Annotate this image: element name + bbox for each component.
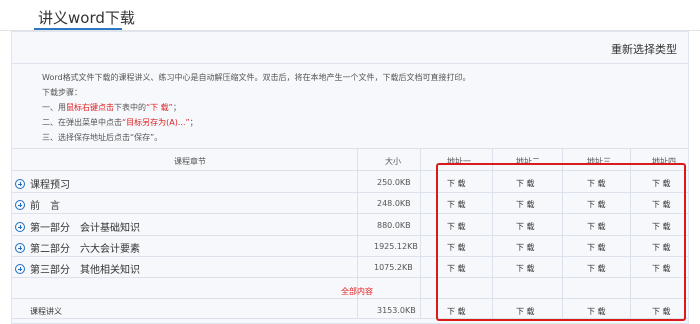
file-size: 250.0KB bbox=[377, 178, 411, 187]
download-link-addr4[interactable]: 下 载 bbox=[652, 221, 671, 232]
download-link-addr1[interactable]: 下 载 bbox=[447, 306, 466, 317]
row-divider bbox=[11, 298, 689, 299]
file-size: 880.0KB bbox=[377, 221, 411, 230]
header-size: 大小 bbox=[385, 157, 401, 166]
download-link-addr3[interactable]: 下 载 bbox=[587, 263, 606, 274]
row-divider bbox=[11, 235, 689, 236]
all-content-label: 全部内容 bbox=[341, 287, 373, 296]
download-link-addr4[interactable]: 下 载 bbox=[652, 242, 671, 253]
download-link-addr3[interactable]: 下 载 bbox=[587, 178, 606, 189]
download-link-addr1[interactable]: 下 载 bbox=[447, 263, 466, 274]
download-link-addr2[interactable]: 下 载 bbox=[516, 199, 535, 210]
table-top-border bbox=[11, 148, 689, 149]
row-divider bbox=[11, 277, 689, 278]
download-link-addr3[interactable]: 下 载 bbox=[587, 306, 606, 317]
file-size: 3153.0KB bbox=[377, 306, 416, 315]
download-link-addr1[interactable]: 下 载 bbox=[447, 242, 466, 253]
download-link-addr2[interactable]: 下 载 bbox=[516, 242, 535, 253]
header-addr4: 地址四 bbox=[652, 157, 676, 166]
expand-plus-icon[interactable] bbox=[15, 200, 25, 210]
download-link-addr3[interactable]: 下 载 bbox=[587, 199, 606, 210]
download-link-addr2[interactable]: 下 载 bbox=[516, 221, 535, 232]
summary-row-name: 课程讲义 bbox=[30, 307, 62, 316]
row-divider bbox=[11, 192, 689, 193]
table-row[interactable]: 课程预习 bbox=[15, 176, 70, 191]
header-addr1: 地址一 bbox=[447, 157, 471, 166]
file-size: 1925.12KB bbox=[374, 242, 418, 251]
header-addr3: 地址三 bbox=[587, 157, 611, 166]
download-link-addr3[interactable]: 下 载 bbox=[587, 221, 606, 232]
download-link-addr2[interactable]: 下 载 bbox=[516, 306, 535, 317]
step-two: 二、在弹出菜单中点击“目标另存为(A)...”； bbox=[42, 118, 198, 127]
file-size: 248.0KB bbox=[377, 199, 411, 208]
download-link-addr2[interactable]: 下 载 bbox=[516, 263, 535, 274]
download-link-addr4[interactable]: 下 载 bbox=[652, 263, 671, 274]
expand-plus-icon[interactable] bbox=[15, 179, 25, 189]
column-divider bbox=[562, 148, 563, 318]
table-row[interactable]: 第一部分 会计基础知识 bbox=[15, 219, 140, 234]
download-link-addr4[interactable]: 下 载 bbox=[652, 306, 671, 317]
column-divider bbox=[420, 148, 421, 318]
column-divider bbox=[492, 148, 493, 318]
table-header-border bbox=[11, 170, 689, 171]
download-link-addr3[interactable]: 下 载 bbox=[587, 242, 606, 253]
steps-heading: 下载步骤： bbox=[42, 88, 82, 97]
download-link-addr1[interactable]: 下 载 bbox=[447, 221, 466, 232]
download-link-addr4[interactable]: 下 载 bbox=[652, 178, 671, 189]
file-size: 1075.2KB bbox=[374, 263, 413, 272]
table-row[interactable]: 第二部分 六大会计要素 bbox=[15, 240, 140, 255]
expand-plus-icon[interactable] bbox=[15, 243, 25, 253]
tab-word-download[interactable]: 讲义word下载 bbox=[38, 7, 135, 28]
row-divider bbox=[11, 213, 689, 214]
download-link-addr4[interactable]: 下 载 bbox=[652, 199, 671, 210]
table-row[interactable]: 第三部分 其他相关知识 bbox=[15, 261, 140, 276]
header-divider bbox=[11, 63, 689, 64]
header-addr2: 地址二 bbox=[516, 157, 540, 166]
download-link-addr1[interactable]: 下 载 bbox=[447, 199, 466, 210]
table-row[interactable]: 前 言 bbox=[15, 197, 60, 212]
reselect-type-link[interactable]: 重新选择类型 bbox=[611, 41, 677, 57]
expand-plus-icon[interactable] bbox=[15, 264, 25, 274]
row-divider bbox=[11, 318, 689, 319]
column-divider bbox=[630, 148, 631, 318]
step-one: 一、用鼠标右键点击下表中的“下 载”； bbox=[42, 103, 181, 112]
intro-description: Word格式文件下载的课程讲义、练习中心是自动解压缩文件。双击后，将在本地产生一… bbox=[42, 73, 471, 82]
tab-bar: 讲义word下载 bbox=[0, 0, 700, 31]
row-divider bbox=[11, 256, 689, 257]
header-chapter: 课程章节 bbox=[174, 157, 206, 166]
download-link-addr1[interactable]: 下 载 bbox=[447, 178, 466, 189]
step-three: 三、选择保存地址后点击“保存”。 bbox=[42, 133, 163, 142]
active-tab-indicator bbox=[34, 28, 122, 30]
expand-plus-icon[interactable] bbox=[15, 222, 25, 232]
download-link-addr2[interactable]: 下 载 bbox=[516, 178, 535, 189]
